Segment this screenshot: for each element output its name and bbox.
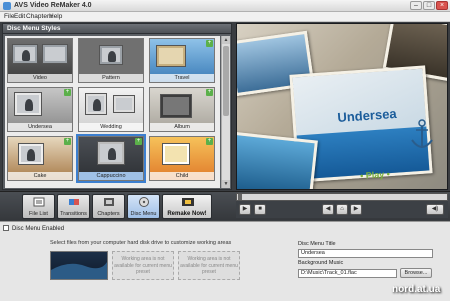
- thumb-label: Cappuccino: [79, 172, 143, 180]
- thumb-label: Undersea: [8, 123, 72, 131]
- remake-now-button[interactable]: Remake Now!: [162, 194, 212, 219]
- background-music-field[interactable]: D:\Music\Track_01.flac: [298, 269, 397, 278]
- file-list-label: File List: [29, 211, 48, 217]
- window-title: AVS Video ReMaker 4.0: [14, 2, 92, 9]
- style-thumb-child[interactable]: + Child: [149, 136, 215, 181]
- menu-edit[interactable]: Edit: [14, 12, 25, 22]
- next-button[interactable]: ▶: [350, 204, 362, 215]
- style-thumb-album[interactable]: + Album: [149, 87, 215, 132]
- disc-menu-settings: Disc Menu Enabled Select files from your…: [0, 221, 450, 301]
- menu-bar: File Edit Chapters Help: [0, 12, 450, 22]
- seek-bar[interactable]: [236, 193, 448, 201]
- panel-title: Disc Menu Styles: [7, 25, 61, 32]
- chapters-icon: [104, 198, 114, 206]
- maximize-button[interactable]: □: [423, 1, 435, 10]
- browse-button[interactable]: Browse...: [400, 268, 432, 278]
- scroll-up-icon[interactable]: ▲: [222, 36, 230, 44]
- working-area-image[interactable]: [50, 251, 108, 280]
- thumb-label: Wedding: [79, 123, 143, 131]
- menu-help[interactable]: Help: [49, 12, 62, 22]
- disc-icon: [139, 197, 149, 207]
- disc-menu-enabled-checkbox[interactable]: [3, 225, 9, 231]
- home-button[interactable]: ⌂: [336, 204, 348, 215]
- app-icon: [3, 2, 11, 10]
- remake-now-label: Remake Now!: [167, 211, 207, 217]
- disc-menu-title-label: Disc Menu Title: [298, 241, 336, 247]
- style-thumb-cake[interactable]: + Cake: [7, 136, 73, 181]
- volume-button[interactable]: ◀): [426, 204, 444, 215]
- file-list-button[interactable]: File List: [22, 194, 55, 219]
- styles-grid: Video Pattern + Travel + Undersea Weddin…: [5, 36, 220, 188]
- seek-knob[interactable]: [238, 194, 242, 200]
- disc-menu-title-field[interactable]: Undersea: [298, 249, 433, 258]
- new-badge-icon: +: [206, 89, 213, 96]
- thumb-label: Travel: [150, 74, 214, 82]
- thumb-label: Cake: [8, 172, 72, 180]
- postcard-image: [237, 131, 318, 189]
- style-thumb-undersea[interactable]: + Undersea: [7, 87, 73, 132]
- title-bar: AVS Video ReMaker 4.0 – □ ×: [0, 0, 450, 12]
- panel-header: Disc Menu Styles: [3, 24, 231, 34]
- style-thumb-travel[interactable]: + Travel: [149, 38, 215, 83]
- disc-menu-label: Disc Menu: [130, 211, 157, 217]
- anchor-icon: [411, 119, 433, 148]
- working-area-slot[interactable]: Working area is not available for curren…: [178, 251, 240, 280]
- new-badge-icon: +: [206, 40, 213, 47]
- scrollbar-thumb[interactable]: [223, 46, 229, 116]
- chapters-button[interactable]: Chapters: [92, 194, 125, 219]
- close-button[interactable]: ×: [436, 1, 448, 10]
- thumb-label: Child: [150, 172, 214, 180]
- disc-menu-styles-panel: Disc Menu Styles Video Pattern + Travel: [2, 23, 232, 190]
- new-badge-icon: +: [135, 138, 142, 145]
- film-icon: [182, 198, 194, 206]
- minimize-button[interactable]: –: [410, 1, 422, 10]
- thumb-label: Pattern: [79, 74, 143, 82]
- stop-button[interactable]: ■: [254, 204, 266, 215]
- working-area-slot[interactable]: Working area is not available for curren…: [112, 251, 174, 280]
- file-list-icon: [33, 197, 45, 207]
- style-thumb-pattern[interactable]: Pattern: [78, 38, 144, 83]
- thumb-label: Album: [150, 123, 214, 131]
- style-thumb-wedding[interactable]: Wedding: [78, 87, 144, 132]
- disc-menu-button[interactable]: Disc Menu: [127, 194, 160, 219]
- disc-menu-enabled-label: Disc Menu Enabled: [12, 226, 65, 232]
- transitions-icon: [69, 199, 79, 205]
- styles-scrollbar[interactable]: ▲ ▼: [221, 36, 230, 188]
- background-music-label: Background Music: [298, 260, 344, 266]
- new-badge-icon: +: [64, 89, 71, 96]
- disc-menu-enabled-row[interactable]: Disc Menu Enabled: [3, 225, 64, 233]
- thumb-label: Video: [8, 74, 72, 82]
- watermark-text: nord.at.ua: [392, 284, 441, 295]
- working-area-hint: Select files from your computer hard dis…: [50, 240, 232, 246]
- transitions-label: Transitions: [60, 211, 87, 217]
- menu-file[interactable]: File: [4, 12, 14, 22]
- transitions-button[interactable]: Transitions: [57, 194, 90, 219]
- play-button[interactable]: ▶: [239, 204, 251, 215]
- chapters-label: Chapters: [97, 211, 120, 217]
- player-controls: ▶ ■ ◀ ⌂ ▶ ◀): [236, 193, 448, 218]
- scroll-down-icon[interactable]: ▼: [222, 180, 230, 188]
- new-badge-icon: +: [206, 138, 213, 145]
- menu-preview: Undersea • Play •: [236, 23, 448, 190]
- new-badge-icon: +: [64, 138, 71, 145]
- previous-button[interactable]: ◀: [322, 204, 334, 215]
- style-thumb-cappuccino[interactable]: + Cappuccino: [76, 134, 146, 183]
- style-thumb-video[interactable]: Video: [7, 38, 73, 83]
